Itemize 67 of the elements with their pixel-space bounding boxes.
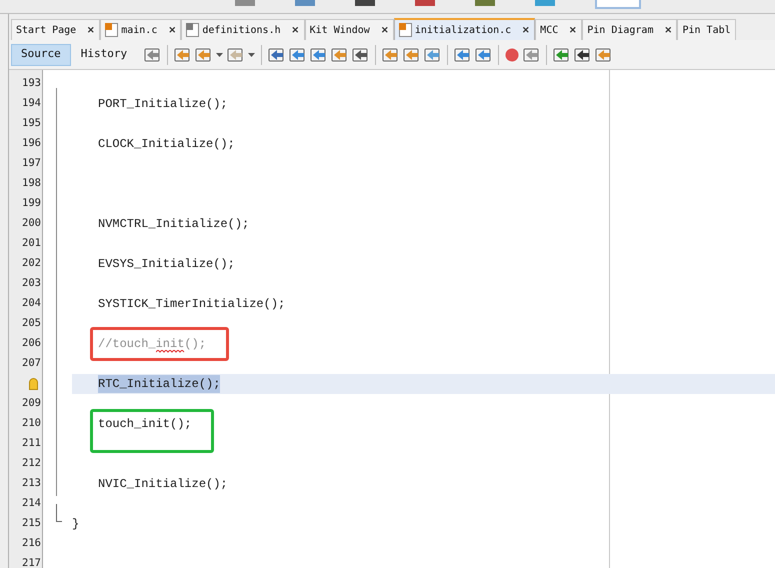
code-line: NVIC_Initialize(); xyxy=(98,476,228,493)
view-tab[interactable]: Source xyxy=(11,44,71,66)
line-number: 196 xyxy=(22,136,41,152)
line-number: 207 xyxy=(22,356,41,372)
tab-label: main.c xyxy=(121,24,158,38)
close-button[interactable]: ✕ xyxy=(664,26,672,34)
close-button[interactable]: ✕ xyxy=(569,26,578,34)
line-number: 194 xyxy=(22,96,41,112)
code-line: } xyxy=(72,516,80,533)
line-number: 213 xyxy=(22,476,41,492)
editor-tab[interactable]: Pin Diagram ✕ xyxy=(582,19,678,40)
line-number: 205 xyxy=(22,316,41,332)
tab-label: definitions.h xyxy=(202,24,281,38)
editor-tab[interactable]: Start Page ✕ xyxy=(11,19,100,40)
tab-label: initialization.c xyxy=(414,24,512,38)
line-number: 211 xyxy=(22,436,41,452)
line-number: 198 xyxy=(22,176,41,192)
tab-label: Pin Diagram xyxy=(587,24,654,38)
line-number: 193 xyxy=(22,76,41,92)
line-number: 200 xyxy=(22,216,41,232)
line-number: 203 xyxy=(22,276,41,292)
close-button[interactable]: ✕ xyxy=(168,26,176,34)
caret-icon[interactable] xyxy=(248,52,256,56)
editor-tab[interactable]: MCC ✕ xyxy=(535,19,582,40)
line-number: 197 xyxy=(22,156,41,172)
line-number: 209 xyxy=(22,396,41,412)
editor-tab[interactable]: initialization.c ✕ xyxy=(394,18,536,40)
tab-label: Pin Tabl xyxy=(682,24,731,38)
close-button[interactable]: ✕ xyxy=(380,26,389,34)
editor-tab[interactable]: definitions.h ✕ xyxy=(181,19,305,40)
file-icon xyxy=(105,23,118,37)
caret-icon[interactable] xyxy=(216,52,224,56)
code-line: PORT_Initialize(); xyxy=(98,96,228,113)
line-number: 215 xyxy=(22,516,41,532)
editor-tab[interactable]: main.c ✕ xyxy=(100,19,182,40)
code-line: SYSTICK_TimerInitialize(); xyxy=(98,296,286,313)
line-number: 214 xyxy=(22,496,41,512)
line-number: 202 xyxy=(22,256,41,272)
fold-marker-icon[interactable] xyxy=(56,504,62,522)
record-icon[interactable] xyxy=(505,48,520,62)
line-number: 199 xyxy=(22,196,41,212)
tab-label: Start Page xyxy=(16,24,76,38)
code-line: EVSYS_Initialize(); xyxy=(98,256,235,273)
file-icon xyxy=(398,23,412,37)
line-number: 206 xyxy=(22,336,41,352)
search-field[interactable] xyxy=(595,0,641,9)
file-icon xyxy=(186,23,200,37)
line-number: 195 xyxy=(22,116,41,132)
close-button[interactable]: ✕ xyxy=(87,26,96,34)
editor-tab[interactable]: Kit Window ✕ xyxy=(304,19,394,40)
line-number: 212 xyxy=(22,456,41,472)
code-line: CLOCK_Initialize(); xyxy=(98,136,235,153)
close-button[interactable]: ✕ xyxy=(292,26,300,34)
editor-tab[interactable]: Pin Tabl xyxy=(677,19,736,40)
lightbulb-icon[interactable] xyxy=(29,378,38,390)
code-line: touch_init(); xyxy=(98,416,192,433)
code-line: NVMCTRL_Initialize(); xyxy=(98,216,250,233)
line-number: 204 xyxy=(22,296,41,312)
line-number: 210 xyxy=(22,416,41,432)
line-number: 216 xyxy=(22,536,41,552)
line-number: 217 xyxy=(22,556,41,568)
line-number: 201 xyxy=(22,236,41,252)
close-button[interactable]: ✕ xyxy=(522,26,530,34)
tab-label: Kit Window xyxy=(310,24,370,38)
code-line: //touch_init(); xyxy=(98,336,206,353)
tab-label: MCC xyxy=(540,24,558,38)
view-tab[interactable]: History xyxy=(70,44,138,66)
